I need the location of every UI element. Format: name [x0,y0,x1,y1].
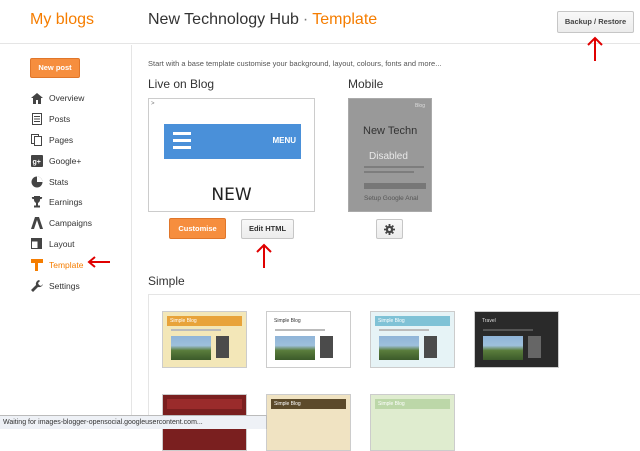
sidebar-item-posts[interactable]: Posts [30,109,92,130]
blog-name: New Technology Hub [148,11,299,28]
new-post-button[interactable]: New post [30,58,80,78]
template-photo [379,336,419,360]
template-annotation-arrow-icon [87,256,110,268]
mobile-settings-button[interactable] [376,219,403,239]
home-icon [30,92,43,104]
template-photo [275,336,315,360]
template-thumbnail[interactable]: Simple Blog [370,394,455,451]
title-separator: · [302,11,309,28]
sidebar-item-earnings[interactable]: Earnings [30,192,92,213]
browser-status-bar: Waiting for images-blogger-opensocial.go… [0,415,267,429]
template-thumbnail[interactable]: Travel [474,311,559,368]
edit-html-button[interactable]: Edit HTML [241,219,294,239]
sidebar-item-template[interactable]: Template [30,254,92,275]
template-photo [171,336,211,360]
pages-icon [30,133,43,146]
template-thumbnail[interactable]: Simple Blog [266,394,351,451]
mobile-preview-line [364,171,414,173]
template-thumbnail-title: Simple Blog [378,318,405,324]
backup-annotation-arrow-icon [587,36,603,61]
mobile-template-preview[interactable]: Blog New Techn Disabled Setup Google Ana… [348,98,432,212]
mobile-disabled-label: Disabled [369,151,408,162]
mobile-blog-tag: Blog [414,103,425,109]
google-plus-icon: g+ [30,154,43,167]
template-icon [30,258,43,271]
my-blogs-link[interactable]: My blogs [30,11,94,29]
mobile-setup-text: Setup Google Anal [364,195,419,202]
mobile-preview-line [364,166,424,168]
template-intro-text: Start with a base template customise you… [148,59,442,68]
svg-text:g+: g+ [32,159,40,166]
trophy-icon [30,196,43,208]
posts-icon [30,113,43,126]
mobile-heading: Mobile [348,77,384,91]
template-thumbnail-title: Simple Blog [378,401,405,407]
template-thumbnail[interactable]: Simple Blog [370,311,455,368]
mobile-preview-date-bar [364,183,426,189]
template-thumbnail[interactable]: Simple Blog [266,311,351,368]
campaigns-icon [30,217,43,230]
sidebar-item-overview[interactable]: Overview [30,88,92,109]
template-thumbnail[interactable]: Simple Blog [162,311,247,368]
layout-icon [30,238,43,250]
backup-restore-button[interactable]: Backup / Restore [557,11,634,33]
template-thumbnail-title: Simple Blog [274,318,301,324]
section-name: Template [312,11,378,28]
sidebar-item-settings[interactable]: Settings [30,275,92,296]
template-thumbnail-title: Travel [482,318,496,324]
live-template-preview[interactable]: > MENU NEW [148,98,315,212]
template-thumbnail-title: Simple Blog [274,401,301,407]
customise-button[interactable]: Customise [169,218,226,239]
wrench-icon [30,279,43,292]
stats-icon [30,176,43,188]
preview-menu-label: MENU [272,136,296,145]
template-gallery: Simple Blog Simple Blog Simple Blog Trav… [148,294,640,451]
sidebar: New post Overview Posts Pages g+ Google+ … [0,45,132,415]
sidebar-item-layout[interactable]: Layout [30,234,92,255]
gear-icon [384,223,395,235]
page-title: New Technology Hub · Template [148,11,377,29]
mobile-preview-title: New Techn [363,125,418,137]
sidebar-item-campaigns[interactable]: Campaigns [30,213,92,234]
hamburger-icon [173,132,191,153]
top-bar: My blogs New Technology Hub · Template Bac… [0,0,640,44]
preview-caret-icon: > [151,101,155,107]
template-thumbnail-title: Simple Blog [170,318,197,324]
sidebar-item-google-plus[interactable]: g+ Google+ [30,150,92,171]
live-on-blog-heading: Live on Blog [148,77,215,91]
sidebar-item-stats[interactable]: Stats [30,171,92,192]
simple-heading: Simple [148,274,185,288]
preview-big-text: NEW [211,185,252,205]
sidebar-item-pages[interactable]: Pages [30,130,92,151]
sidebar-nav: Overview Posts Pages g+ Google+ Stats Ear… [30,88,92,296]
edit-html-annotation-arrow-icon [256,243,272,268]
template-photo [483,336,523,360]
